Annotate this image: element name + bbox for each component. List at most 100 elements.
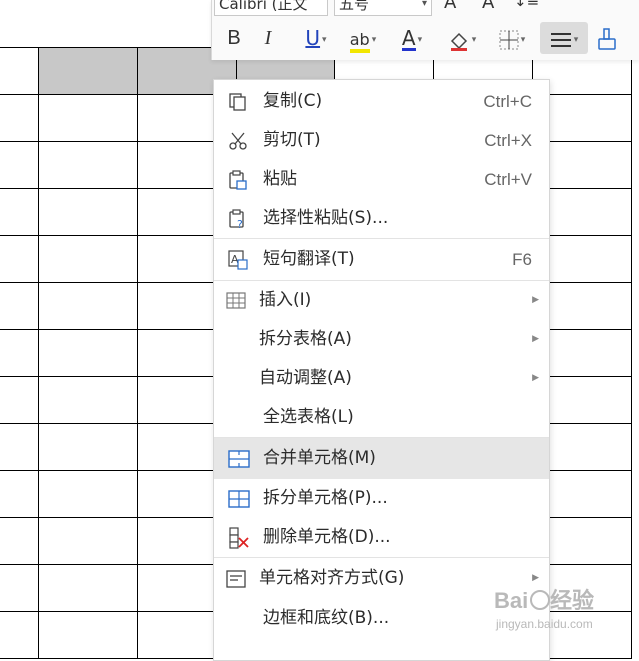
borders-icon <box>499 30 519 49</box>
chevron-down-icon: ▾ <box>573 34 579 45</box>
menu-item-label: 边框和底纹(B)... <box>263 608 390 628</box>
menu-item-label: 选择性粘贴(S)... <box>263 208 389 228</box>
table-cell[interactable] <box>0 611 39 659</box>
italic-button[interactable]: I <box>258 22 278 54</box>
table-cell[interactable] <box>37 611 138 659</box>
font-size-combo[interactable]: 五号 ▾ <box>334 0 432 16</box>
menu-item-split-table[interactable]: 拆分表格(A) ▶ <box>214 320 549 359</box>
table-cell[interactable] <box>37 94 138 142</box>
chevron-down-icon: ▾ <box>520 34 526 45</box>
menu-item-merge-cells[interactable]: 合并单元格(M) <box>214 438 549 479</box>
translate-icon: A <box>228 249 248 270</box>
table-cell[interactable] <box>37 376 138 424</box>
table-cell[interactable] <box>37 47 138 95</box>
menu-item-paste-special[interactable]: ? 选择性粘贴(S)... <box>214 199 549 238</box>
italic-icon: I <box>264 27 272 49</box>
table-cell[interactable] <box>37 329 138 377</box>
chevron-down-icon: ▾ <box>471 34 477 45</box>
font-name-combo[interactable]: Calibri (正文 <box>214 0 328 16</box>
menu-item-label: 单元格对齐方式(G) <box>259 568 405 588</box>
line-spacing-icon[interactable]: ↕≡ <box>514 0 539 10</box>
merge-cells-icon <box>228 449 250 468</box>
table-cell[interactable] <box>0 423 39 471</box>
table-cell[interactable] <box>0 141 39 189</box>
menu-item-cut[interactable]: 剪切(T) Ctrl+X <box>214 121 549 160</box>
split-cells-icon <box>228 489 250 508</box>
menu-item-label: 插入(I) <box>259 290 312 310</box>
menu-item-label: 拆分表格(A) <box>259 329 352 349</box>
menu-item-delete-cells[interactable]: 删除单元格(D)... <box>214 518 549 557</box>
chevron-down-icon: ▾ <box>371 34 377 45</box>
align-button[interactable]: ▾ <box>540 22 588 54</box>
table-cell[interactable] <box>0 564 39 612</box>
font-color-icon: A <box>401 26 416 51</box>
table-cell[interactable] <box>0 282 39 330</box>
table-cell[interactable] <box>37 423 138 471</box>
menu-item-borders-shading[interactable]: 边框和底纹(B)... <box>214 599 549 638</box>
shrink-font-icon[interactable]: A <box>482 0 494 13</box>
font-color-button[interactable]: A ▾ <box>394 22 430 54</box>
menu-item-copy[interactable]: 复制(C) Ctrl+C <box>214 82 549 121</box>
menu-item-label: 自动调整(A) <box>259 368 352 388</box>
menu-item-shortcut: Ctrl+C <box>483 92 532 111</box>
menu-item-select-table[interactable]: 全选表格(L) <box>214 398 549 437</box>
chevron-down-icon: ▾ <box>421 0 427 9</box>
cell-align-icon <box>226 569 246 588</box>
format-painter-icon <box>598 27 616 50</box>
cut-icon <box>229 132 247 150</box>
menu-item-shortcut: F6 <box>512 250 532 269</box>
table-cell[interactable] <box>37 235 138 283</box>
table-cell[interactable] <box>37 282 138 330</box>
table-insert-icon <box>226 291 246 309</box>
align-icon <box>550 32 571 47</box>
table-cell[interactable] <box>37 188 138 236</box>
table-cell[interactable] <box>0 94 39 142</box>
table-cell[interactable] <box>0 47 39 95</box>
bold-icon: B <box>227 27 241 49</box>
shading-icon <box>450 32 467 51</box>
table-cell[interactable] <box>0 517 39 565</box>
menu-item-label: 拆分单元格(P)... <box>263 488 388 508</box>
underline-icon: U <box>305 26 321 50</box>
table-cell[interactable] <box>37 517 138 565</box>
copy-icon <box>229 92 246 111</box>
menu-item-label: 短句翻译(T) <box>263 249 355 269</box>
mini-toolbar: Calibri (正文 五号 ▾ A A ↕≡ B I U ▾ ab ▾ A ▾ ▾ … <box>211 0 639 60</box>
table-cell[interactable] <box>0 235 39 283</box>
highlight-button[interactable]: ab ▾ <box>342 22 384 54</box>
grow-font-icon[interactable]: A <box>444 0 456 13</box>
chevron-right-icon: ▶ <box>532 334 539 344</box>
paste-icon <box>229 169 247 190</box>
table-cell[interactable] <box>0 329 39 377</box>
table-cell[interactable] <box>37 564 138 612</box>
underline-button[interactable]: U ▾ <box>296 22 336 54</box>
menu-item-shortcut: Ctrl+V <box>484 170 532 189</box>
chevron-right-icon: ▶ <box>532 373 539 383</box>
table-cell[interactable] <box>0 470 39 518</box>
bold-button[interactable]: B <box>222 22 246 54</box>
table-cell[interactable] <box>0 376 39 424</box>
menu-item-paste[interactable]: 粘贴 Ctrl+V <box>214 160 549 199</box>
menu-item-translate[interactable]: A 短句翻译(T) F6 <box>214 239 549 280</box>
menu-item-cell-alignment[interactable]: 单元格对齐方式(G) ▶ <box>214 558 549 599</box>
chevron-down-icon: ▾ <box>322 34 327 45</box>
table-cell[interactable] <box>37 470 138 518</box>
menu-item-label: 剪切(T) <box>263 130 321 150</box>
menu-item-label: 粘贴 <box>263 169 297 189</box>
chevron-down-icon: ▾ <box>417 34 423 45</box>
borders-button[interactable]: ▾ <box>492 22 532 54</box>
menu-item-insert[interactable]: 插入(I) ▶ <box>214 281 549 320</box>
font-size-value: 五号 <box>339 0 370 13</box>
menu-item-autofit[interactable]: 自动调整(A) ▶ <box>214 359 549 398</box>
menu-item-label: 删除单元格(D)... <box>263 527 391 547</box>
delete-cells-icon <box>229 526 249 549</box>
menu-item-label: 全选表格(L) <box>263 407 354 427</box>
table-cell[interactable] <box>0 188 39 236</box>
font-name-value: Calibri (正文 <box>219 0 308 13</box>
shading-button[interactable]: ▾ <box>442 22 482 54</box>
table-cell[interactable] <box>37 141 138 189</box>
menu-item-split-cells[interactable]: 拆分单元格(P)... <box>214 479 549 518</box>
format-painter-button[interactable] <box>594 22 620 54</box>
svg-text:?: ? <box>237 218 243 229</box>
menu-item-shortcut: Ctrl+X <box>484 131 532 150</box>
